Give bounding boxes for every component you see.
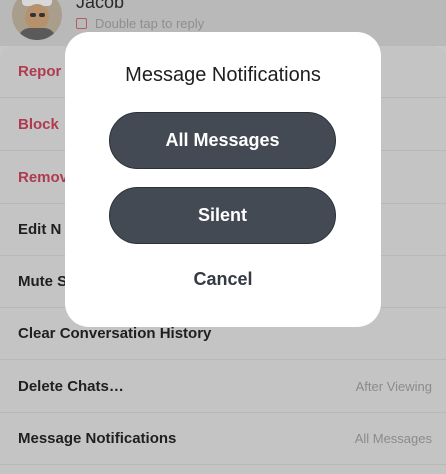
sheet-row-label: Repor [18,63,62,80]
sheet-row-label: Message Notifications [18,430,177,447]
avatar-shirt [18,28,56,40]
contact-name: Jacob [76,0,125,12]
avatar-eye [30,13,36,17]
avatar-face [25,4,49,30]
all-messages-button[interactable]: All Messages [109,112,336,169]
sheet-row-delete-chats[interactable]: Delete Chats… After Viewing [0,361,446,413]
avatar[interactable] [12,0,62,40]
sheet-row-label: Remov [18,169,69,186]
sheet-row-label: Mute S [18,273,68,290]
chat-square-icon [76,18,87,29]
sheet-row-value: All Messages [354,431,432,446]
silent-button[interactable]: Silent [109,187,336,244]
reply-hint: Double tap to reply [95,16,205,31]
notifications-dialog: Message Notifications All Messages Silen… [65,32,381,327]
sheet-row-label: Edit N [18,221,62,238]
cancel-button[interactable]: Cancel [65,269,381,290]
sheet-row-label: Block [18,116,59,133]
dialog-title: Message Notifications [125,64,321,86]
sheet-row-label: Delete Chats… [18,378,124,395]
sheet-row-message-notifications[interactable]: Message Notifications All Messages [0,413,446,465]
sheet-row-value: After Viewing [355,379,432,394]
reply-hint-row[interactable]: Double tap to reply [76,16,204,31]
avatar-eye [39,13,45,17]
sheet-row-label: Clear Conversation History [18,325,212,342]
